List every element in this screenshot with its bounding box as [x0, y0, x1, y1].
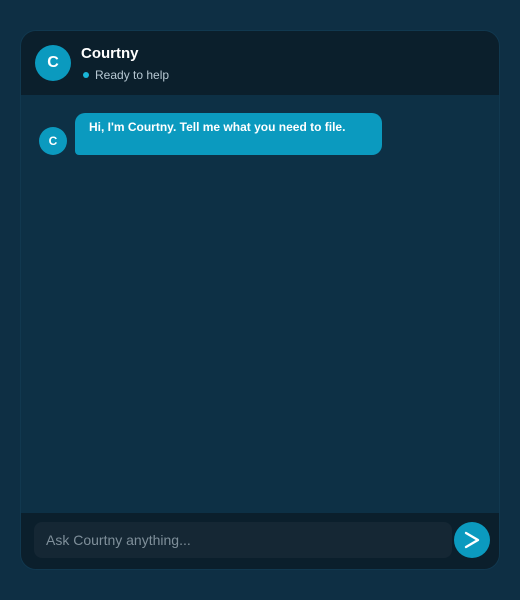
- message-row: C Hi, I'm Courtny. Tell me what you need…: [39, 113, 382, 155]
- message-avatar: C: [39, 127, 67, 155]
- message-list[interactable]: C Hi, I'm Courtny. Tell me what you need…: [21, 95, 499, 515]
- send-arrow-icon: [464, 531, 480, 549]
- assistant-status: Ready to help: [83, 68, 169, 82]
- send-button[interactable]: [454, 522, 490, 558]
- assistant-avatar: C: [35, 45, 71, 81]
- message-input[interactable]: [34, 522, 452, 558]
- chat-header: C Courtny Ready to help: [21, 31, 499, 95]
- online-dot-icon: [83, 72, 89, 78]
- assistant-name: Courtny: [81, 45, 139, 62]
- status-text: Ready to help: [95, 68, 170, 82]
- chat-widget: C Courtny Ready to help C Hi, I'm Courtn…: [20, 30, 500, 570]
- message-composer: [21, 513, 499, 569]
- assistant-message-bubble: Hi, I'm Courtny. Tell me what you need t…: [75, 113, 382, 155]
